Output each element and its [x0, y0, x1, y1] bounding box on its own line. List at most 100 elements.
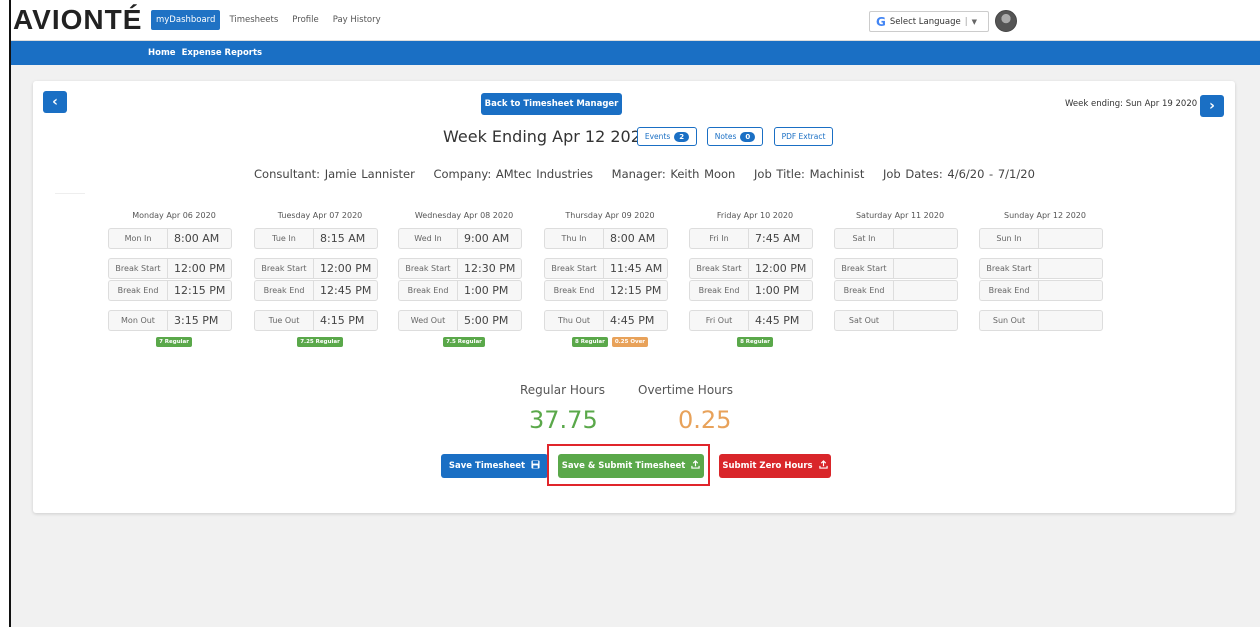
time-in-input[interactable]	[893, 228, 958, 249]
next-week-ending-label: Week ending: Sun Apr 19 2020	[1065, 99, 1198, 109]
break-start-row: Break Start	[834, 258, 966, 279]
break-start-label: Break Start	[544, 258, 603, 279]
regular-hours-badge: 8 Regular	[737, 337, 773, 347]
time-out-row: Sat Out	[834, 310, 966, 331]
language-label: Select Language	[889, 16, 961, 27]
nav-mydashboard[interactable]: myDashboard	[151, 10, 221, 30]
time-in-label: Fri In	[689, 228, 748, 249]
prev-week-button[interactable]: ‹	[43, 91, 67, 113]
time-in-label: Mon In	[108, 228, 167, 249]
break-start-label: Break Start	[834, 258, 893, 279]
overtime-hours-badge: 0.25 Over	[611, 337, 649, 347]
break-start-input[interactable]: 12:00 PM	[167, 258, 232, 279]
hours-badges: 8 Regular 0.25 Over	[544, 337, 676, 347]
save-timesheet-label: Save Timesheet	[448, 461, 526, 471]
save-timesheet-button[interactable]: Save Timesheet	[441, 454, 548, 478]
subnav-expense-reports[interactable]: Expense Reports	[182, 48, 263, 58]
break-start-input[interactable]	[1038, 258, 1103, 279]
time-out-input[interactable]	[1038, 310, 1103, 331]
break-start-input[interactable]: 12:30 PM	[457, 258, 522, 279]
events-button[interactable]: Events 2	[637, 127, 697, 146]
break-end-input[interactable]: 1:00 PM	[457, 280, 522, 301]
chevron-right-icon: ›	[1209, 98, 1215, 114]
sub-navbar: Home Expense Reports	[11, 41, 1260, 65]
break-end-row: Break End 12:45 PM	[254, 280, 386, 301]
day-label: Tuesday Apr 07 2020	[277, 211, 363, 220]
time-out-row: Tue Out 4:15 PM	[254, 310, 386, 331]
time-in-input[interactable]: 7:45 AM	[748, 228, 813, 249]
language-selector[interactable]: G Select Language | ▼	[869, 11, 989, 32]
nav-timesheets[interactable]: Timesheets	[224, 10, 283, 30]
break-end-label: Break End	[544, 280, 603, 301]
break-start-label: Break Start	[689, 258, 748, 279]
time-in-input[interactable]	[1038, 228, 1103, 249]
company-info: Company: AMtec Industries	[433, 167, 593, 181]
app-frame: AVIONTÉ myDashboard Timesheets Profile P…	[9, 0, 1260, 627]
break-end-input[interactable]	[1038, 280, 1103, 301]
nav-profile[interactable]: Profile	[287, 10, 323, 30]
break-end-input[interactable]: 12:15 PM	[603, 280, 668, 301]
break-start-label: Break Start	[108, 258, 167, 279]
next-week-button[interactable]: ›	[1200, 95, 1224, 117]
time-in-input[interactable]: 8:00 AM	[603, 228, 668, 249]
pdf-extract-button[interactable]: PDF Extract	[774, 127, 833, 146]
day-column: Wednesday Apr 08 2020 Wed In 9:00 AM Bre…	[398, 211, 530, 347]
break-start-label: Break Start	[254, 258, 313, 279]
time-out-input[interactable]: 4:45 PM	[748, 310, 813, 331]
time-in-row: Mon In 8:00 AM	[108, 228, 240, 249]
time-out-label: Fri Out	[689, 310, 748, 331]
time-out-input[interactable]: 4:15 PM	[313, 310, 378, 331]
nav-pay-history[interactable]: Pay History	[328, 10, 386, 30]
time-out-input[interactable]	[893, 310, 958, 331]
time-out-input[interactable]: 4:45 PM	[603, 310, 668, 331]
break-start-row: Break Start 12:00 PM	[108, 258, 240, 279]
break-end-input[interactable]: 1:00 PM	[748, 280, 813, 301]
break-end-input[interactable]	[893, 280, 958, 301]
regular-hours-value: 37.75	[529, 406, 598, 434]
time-out-label: Wed Out	[398, 310, 457, 331]
back-to-timesheet-manager-button[interactable]: Back to Timesheet Manager	[481, 93, 622, 115]
time-in-input[interactable]: 9:00 AM	[457, 228, 522, 249]
hours-badges: 7.5 Regular	[398, 337, 530, 347]
day-column: Thursday Apr 09 2020 Thu In 8:00 AM Brea…	[544, 211, 676, 347]
break-start-label: Break Start	[398, 258, 457, 279]
break-end-label: Break End	[108, 280, 167, 301]
events-label: Events	[644, 132, 671, 141]
break-end-label: Break End	[689, 280, 748, 301]
chevron-left-icon: ‹	[52, 94, 58, 110]
subnav-home[interactable]: Home	[148, 48, 176, 58]
notes-button[interactable]: Notes 0	[707, 127, 763, 146]
manager-info: Manager: Keith Moon	[611, 167, 736, 181]
day-label: Monday Apr 06 2020	[132, 211, 216, 220]
time-out-input[interactable]: 5:00 PM	[457, 310, 522, 331]
day-label: Friday Apr 10 2020	[716, 211, 794, 220]
regular-hours-badge: 7 Regular	[156, 337, 192, 347]
top-navbar: AVIONTÉ myDashboard Timesheets Profile P…	[11, 0, 1260, 41]
break-end-input[interactable]: 12:45 PM	[313, 280, 378, 301]
time-in-row: Tue In 8:15 AM	[254, 228, 386, 249]
day-column: Sunday Apr 12 2020 Sun In Break Start Br…	[979, 211, 1111, 337]
time-in-label: Tue In	[254, 228, 313, 249]
break-start-input[interactable]	[893, 258, 958, 279]
day-label: Sunday Apr 12 2020	[1004, 211, 1086, 220]
break-start-row: Break Start 11:45 AM	[544, 258, 676, 279]
time-out-label: Sun Out	[979, 310, 1038, 331]
hours-badges: 7.25 Regular	[254, 337, 386, 347]
avionte-logo[interactable]: AVIONTÉ	[13, 4, 142, 36]
break-start-input[interactable]: 11:45 AM	[603, 258, 668, 279]
break-start-row: Break Start 12:00 PM	[689, 258, 821, 279]
break-start-row: Break Start 12:00 PM	[254, 258, 386, 279]
assignment-info: Consultant: Jamie Lannister Company: AMt…	[33, 167, 1235, 181]
timesheet-card: ‹ Back to Timesheet Manager Week ending:…	[33, 81, 1235, 513]
break-start-input[interactable]: 12:00 PM	[313, 258, 378, 279]
time-out-input[interactable]: 3:15 PM	[167, 310, 232, 331]
time-in-input[interactable]: 8:00 AM	[167, 228, 232, 249]
user-avatar[interactable]	[995, 10, 1017, 32]
submit-zero-hours-button[interactable]: Submit Zero Hours	[719, 454, 831, 478]
break-start-input[interactable]: 12:00 PM	[748, 258, 813, 279]
events-count-badge: 2	[674, 131, 690, 142]
break-end-row: Break End 1:00 PM	[398, 280, 530, 301]
time-out-label: Tue Out	[254, 310, 313, 331]
break-end-input[interactable]: 12:15 PM	[167, 280, 232, 301]
time-in-input[interactable]: 8:15 AM	[313, 228, 378, 249]
